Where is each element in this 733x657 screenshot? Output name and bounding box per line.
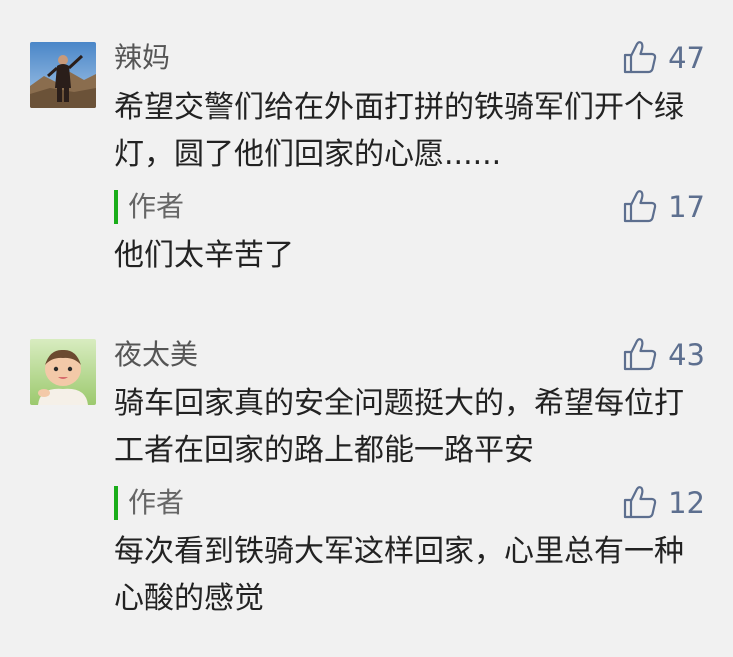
like-button[interactable]: 47 (622, 38, 705, 78)
author-reply-indicator (114, 190, 118, 224)
like-button[interactable]: 43 (622, 335, 705, 375)
thumbs-up-icon (623, 486, 657, 519)
like-count: 17 (668, 190, 705, 224)
thumbs-up-icon (623, 41, 657, 74)
user-avatar-baby-icon (30, 339, 96, 405)
author-reply-label: 作者 (128, 486, 185, 519)
thumbs-up-icon (623, 338, 657, 371)
comment-nickname[interactable]: 夜太美 (114, 337, 198, 373)
comment-content: 希望交警们给在外面打拼的铁骑军们开个绿灯，圆了他们回家的心愿...... (114, 90, 684, 172)
author-reply-content: 他们太辛苦了 (114, 238, 294, 273)
avatar[interactable] (30, 339, 96, 405)
like-count: 43 (668, 338, 705, 372)
like-count: 47 (668, 41, 705, 75)
comment-content: 骑车回家真的安全问题挺大的，希望每位打工者在回家的路上都能一路平安 (114, 386, 684, 468)
avatar[interactable] (30, 42, 96, 108)
user-avatar-person-outdoor-icon (30, 42, 96, 108)
author-reply-content: 每次看到铁骑大军这样回家，心里总有一种心酸的感觉 (114, 534, 684, 616)
reply-like-button[interactable]: 17 (622, 187, 705, 227)
author-reply-label: 作者 (128, 190, 185, 223)
reply-like-button[interactable]: 12 (622, 483, 705, 523)
like-count: 12 (668, 486, 705, 520)
thumbs-up-icon (623, 190, 657, 223)
author-reply-indicator (114, 486, 118, 520)
comment-nickname[interactable]: 辣妈 (114, 40, 170, 76)
